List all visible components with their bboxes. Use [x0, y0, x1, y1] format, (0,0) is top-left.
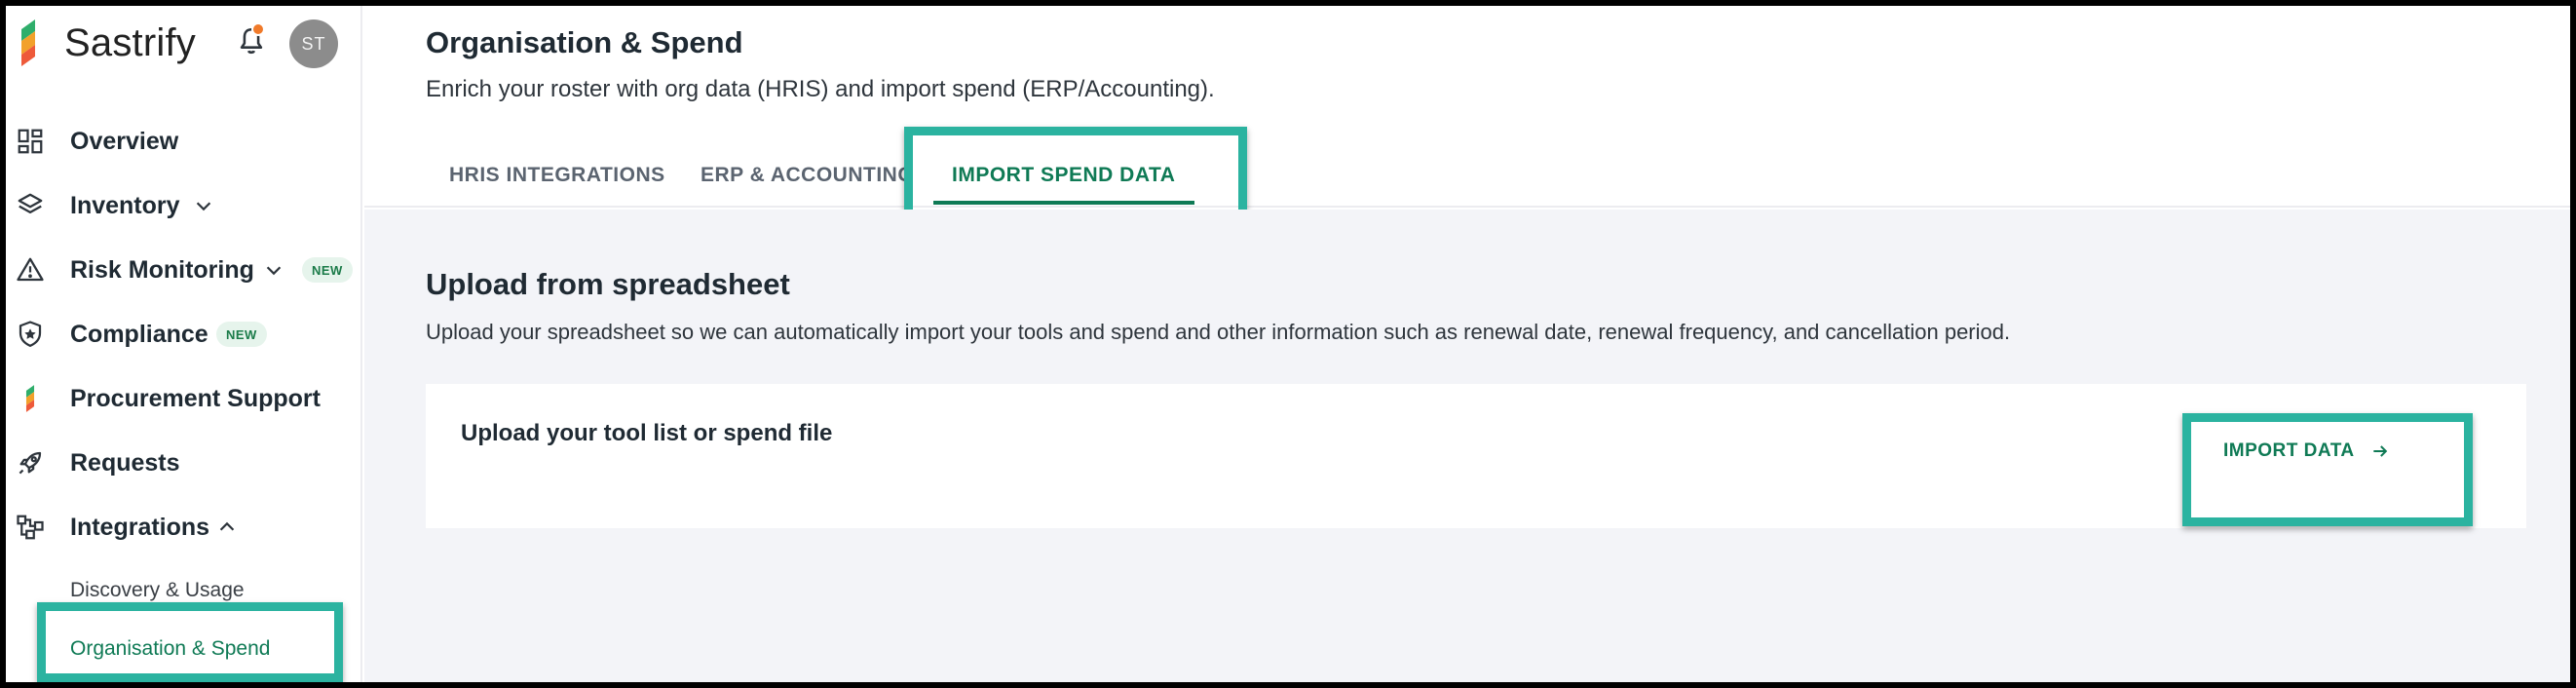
page-subtitle: Enrich your roster with org data (HRIS) … [426, 76, 1215, 102]
tab-erp-accounting[interactable]: ERP & ACCOUNTING [701, 164, 914, 187]
card-title: Upload your tool list or spend file [461, 420, 833, 446]
sidebar-item-compliance[interactable]: Compliance NEW [6, 310, 357, 359]
chevron-down-icon[interactable] [263, 259, 284, 281]
main-area: Organisation & Spend Enrich your roster … [364, 6, 2570, 682]
rocket-icon [14, 446, 47, 479]
sidebar-item-inventory[interactable]: Inventory [6, 181, 357, 230]
sidebar-item-overview[interactable]: Overview [6, 117, 357, 166]
page-header: Organisation & Spend Enrich your roster … [364, 6, 2570, 232]
sastrify-logo-icon [14, 382, 47, 415]
sidebar-item-label: Integrations [70, 513, 210, 541]
new-badge: NEW [302, 257, 353, 283]
chevron-up-icon[interactable] [216, 516, 238, 538]
sidebar: Sastrify ST Overview Inventory Risk Moni… [6, 6, 362, 682]
sidebar-item-label: Overview [70, 127, 179, 155]
sidebar-item-label: Procurement Support [70, 384, 321, 412]
section-title: Upload from spreadsheet [426, 267, 790, 301]
sidebar-item-label: Requests [70, 448, 180, 477]
highlight-box-sidebar [37, 602, 343, 682]
brand[interactable]: Sastrify [14, 14, 196, 72]
new-badge: NEW [216, 322, 267, 347]
sidebar-item-requests[interactable]: Requests [6, 439, 357, 487]
sidebar-item-label: Inventory [70, 191, 180, 219]
sastrify-logo-icon [21, 19, 35, 66]
shield-star-icon [14, 318, 47, 351]
content-area: Upload from spreadsheet Upload your spre… [364, 210, 2570, 682]
app-name: Sastrify [64, 20, 196, 64]
app-window: Sastrify ST Overview Inventory Risk Moni… [6, 6, 2570, 682]
highlight-box-import [2182, 413, 2473, 526]
sidebar-item-integrations[interactable]: Integrations [6, 503, 357, 552]
sidebar-subitem-discovery-usage[interactable]: Discovery & Usage [70, 579, 245, 602]
layers-icon [14, 189, 47, 222]
page-title: Organisation & Spend [426, 25, 743, 59]
warning-icon [14, 253, 47, 287]
section-description: Upload your spreadsheet so we can automa… [426, 320, 2011, 344]
integrations-icon [14, 511, 47, 544]
sidebar-item-label: Risk Monitoring [70, 255, 254, 284]
sidebar-item-risk-monitoring[interactable]: Risk Monitoring NEW [6, 246, 357, 294]
chevron-down-icon[interactable] [193, 195, 214, 216]
dashboard-icon [14, 125, 47, 158]
notification-dot [251, 22, 265, 36]
sidebar-item-label: Compliance [70, 320, 208, 348]
tab-hris-integrations[interactable]: HRIS INTEGRATIONS [449, 164, 665, 187]
sidebar-item-procurement-support[interactable]: Procurement Support [6, 374, 357, 423]
avatar[interactable]: ST [289, 19, 338, 68]
